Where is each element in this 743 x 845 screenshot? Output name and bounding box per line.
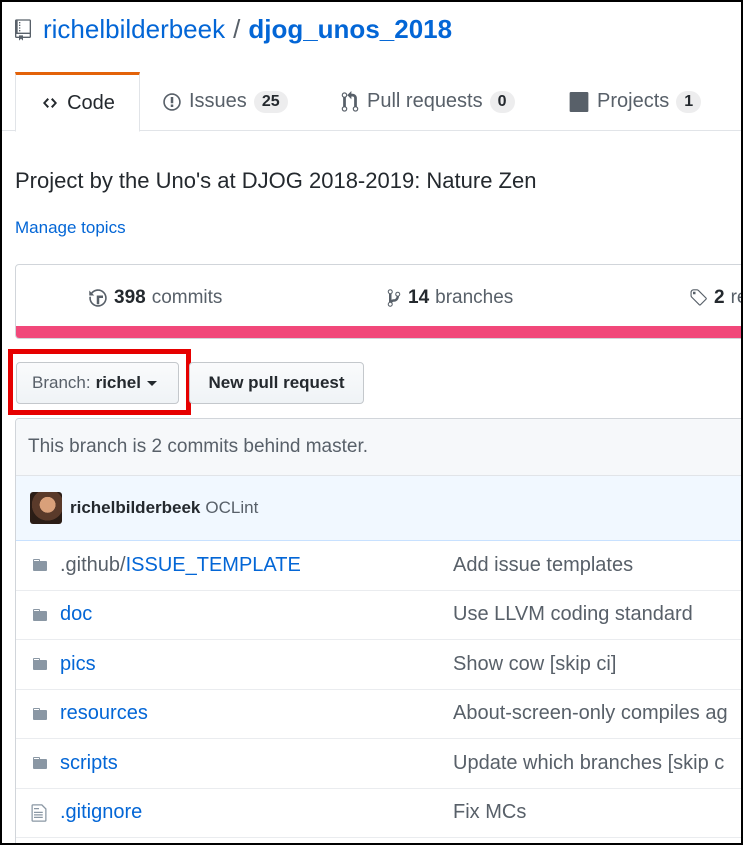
table-row: resources About-screen-only compiles ag	[16, 690, 743, 739]
file-commit-message[interactable]: Add issue templates	[453, 554, 633, 577]
file-link[interactable]: .gitignore	[60, 801, 142, 824]
releases-count: 2	[714, 287, 725, 308]
file-link[interactable]: doc	[60, 603, 92, 626]
repo-description: Project by the Uno's at DJOG 2018-2019: …	[15, 168, 537, 193]
table-row: scripts Update which branches [skip c	[16, 739, 743, 789]
code-icon	[40, 95, 60, 111]
git-pull-request-icon	[340, 90, 360, 113]
manage-topics-link[interactable]: Manage topics	[15, 218, 126, 238]
tab-label: Projects	[597, 90, 670, 112]
commits-count: 398	[114, 287, 146, 308]
tab-label: Pull requests	[367, 90, 483, 112]
file-commit-message[interactable]: Show cow [skip ci]	[453, 653, 616, 676]
folder-icon	[30, 755, 50, 771]
file-icon	[30, 803, 48, 823]
file-commit-message[interactable]: About-screen-only compiles ag	[453, 702, 728, 725]
folder-icon	[30, 656, 50, 672]
projects-counter: 1	[676, 90, 702, 113]
file-link[interactable]: scripts	[60, 752, 118, 775]
table-row: .gitignore Fix MCs	[16, 789, 743, 838]
issue-opened-icon	[162, 92, 182, 112]
repo-icon	[15, 17, 35, 43]
git-branch-icon	[386, 288, 402, 308]
folder-icon	[30, 706, 50, 722]
issues-counter: 25	[253, 90, 288, 113]
folder-icon	[30, 607, 50, 623]
file-link[interactable]: .github/ISSUE_TEMPLATE	[60, 554, 301, 577]
repo-name-link[interactable]: djog_unos_2018	[248, 14, 452, 45]
highlight-box	[8, 349, 191, 415]
file-commit-message[interactable]: Update which branches [skip c	[453, 752, 724, 775]
avatar[interactable]	[30, 492, 62, 524]
tab-label: Issues	[189, 90, 247, 112]
commits-label: commits	[151, 287, 223, 308]
tab-code[interactable]: Code	[15, 72, 140, 132]
tag-icon	[688, 288, 708, 308]
tab-projects[interactable]: Projects 1	[568, 72, 702, 131]
repo-nav-tabs: Code Issues 25 Pull requests 0 Projects …	[0, 72, 743, 132]
file-navigation: This branch is 2 commits behind master. …	[15, 418, 743, 845]
repo-owner-link[interactable]: richelbilderbeek	[43, 14, 225, 45]
pull-requests-counter: 0	[489, 90, 515, 113]
latest-commit: richelbilderbeek OCLint	[16, 476, 743, 541]
repo-header: richelbilderbeek / djog_unos_2018	[15, 14, 452, 45]
project-icon	[568, 91, 590, 112]
file-link[interactable]: pics	[60, 653, 96, 676]
file-commit-message[interactable]: Fix MCs	[453, 801, 526, 824]
table-row: pics Show cow [skip ci]	[16, 640, 743, 690]
releases-label: releases	[730, 287, 743, 308]
tab-issues[interactable]: Issues 25	[162, 72, 288, 131]
history-icon	[88, 288, 108, 308]
table-row: doc Use LLVM coding standard	[16, 591, 743, 640]
new-pull-request-button[interactable]: New pull request	[189, 362, 364, 404]
branch-status: This branch is 2 commits behind master.	[16, 419, 743, 476]
table-row: .github/ISSUE_TEMPLATE Add issue templat…	[16, 541, 743, 591]
commits-stat[interactable]: 398 commits	[88, 287, 222, 309]
folder-icon	[30, 557, 50, 573]
repo-summary: 398 commits 14 branches 2 releases	[15, 264, 743, 339]
language-bar[interactable]	[16, 326, 743, 338]
branches-stat[interactable]: 14 branches	[386, 287, 513, 309]
file-link[interactable]: resources	[60, 702, 148, 725]
tab-label: Code	[67, 91, 115, 114]
tab-pull-requests[interactable]: Pull requests 0	[340, 72, 515, 131]
commit-message-link[interactable]: OCLint	[205, 498, 258, 518]
file-commit-message[interactable]: Use LLVM coding standard	[453, 603, 693, 626]
commit-author-link[interactable]: richelbilderbeek	[70, 498, 200, 518]
releases-stat[interactable]: 2 releases	[688, 287, 743, 309]
branches-label: branches	[435, 287, 514, 308]
path-separator: /	[233, 14, 241, 44]
branches-count: 14	[408, 287, 430, 308]
